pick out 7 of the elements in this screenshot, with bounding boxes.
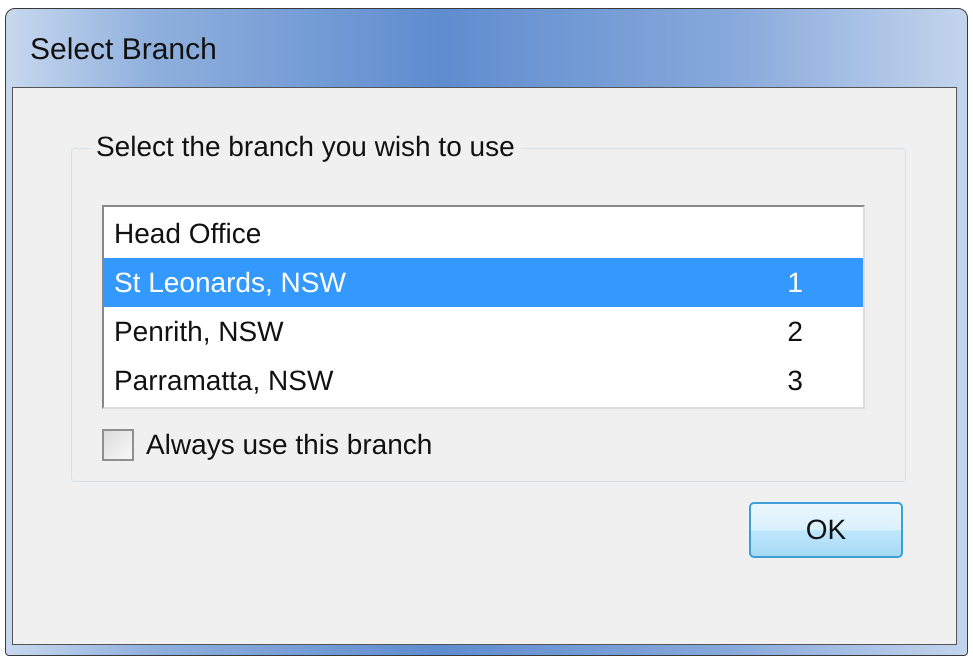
- checkbox-label[interactable]: Always use this branch: [146, 429, 432, 461]
- checkbox[interactable]: [102, 429, 134, 461]
- branch-item[interactable]: Head Office: [104, 209, 863, 258]
- branch-item[interactable]: Parramatta, NSW 3: [104, 356, 863, 405]
- ok-button[interactable]: OK: [749, 502, 903, 558]
- branch-item[interactable]: Penrith, NSW 2: [104, 307, 863, 356]
- window-title: Select Branch: [29, 32, 217, 68]
